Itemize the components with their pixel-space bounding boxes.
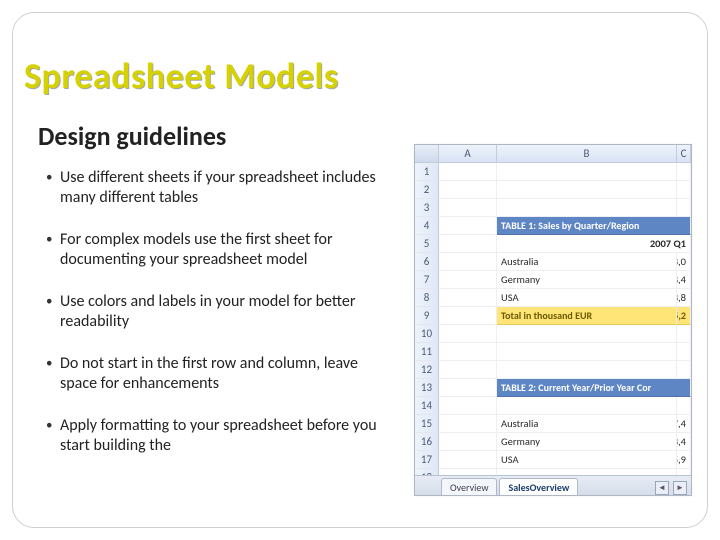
row-header[interactable]: 4 [415,217,439,235]
bullet-dot-icon: • [46,292,60,312]
cell-country[interactable]: USA [497,289,677,307]
bullet-list: • Use different sheets if your spreadshe… [46,168,386,456]
cell[interactable] [439,163,497,181]
cell[interactable] [439,451,497,469]
bullet-text: Apply formatting to your spreadsheet bef… [60,416,386,456]
spreadsheet-thumbnail: A B C 1 2 3 4 TABLE 1: Sales by Quarter/… [414,144,692,496]
row-header[interactable]: 17 [415,451,439,469]
cell[interactable] [677,325,691,343]
cell-country[interactable]: USA [497,451,677,469]
cell[interactable] [439,415,497,433]
cell[interactable] [439,253,497,271]
bullet-item: • For complex models use the first sheet… [46,230,386,270]
bullet-text: Use colors and labels in your model for … [60,292,386,332]
bullet-item: • Use colors and labels in your model fo… [46,292,386,332]
cell-value[interactable]: 34,945,9 [677,451,691,469]
bullet-item: • Do not start in the first row and colu… [46,354,386,394]
cell[interactable] [439,325,497,343]
col-header[interactable]: A [439,145,497,163]
row-header[interactable]: 8 [415,289,439,307]
total-label[interactable]: Total in thousand EUR [497,307,677,325]
cell[interactable] [497,181,677,199]
cell[interactable] [677,163,691,181]
cell[interactable] [677,397,691,415]
select-all-corner[interactable] [415,145,439,163]
cell-value[interactable]: 34,013,4 [677,433,691,451]
cell[interactable] [439,361,497,379]
bullet-dot-icon: • [46,168,60,188]
slide: Spreadsheet Models Design guidelines • U… [0,0,720,540]
cell-country[interactable]: Germany [497,433,677,451]
cell-country[interactable]: Germany [497,271,677,289]
slide-title: Spreadsheet Models [24,54,339,98]
row-header[interactable]: 3 [415,199,439,217]
bullet-text: Use different sheets if your spreadsheet… [60,168,386,208]
row-header[interactable]: 10 [415,325,439,343]
bullet-dot-icon: • [46,416,60,436]
tab-scroll-right-icon[interactable]: ► [673,481,687,495]
cell[interactable] [677,361,691,379]
sheet-tab[interactable]: Overview [441,478,497,495]
cell[interactable] [497,397,677,415]
cell[interactable] [439,397,497,415]
cell[interactable] [497,325,677,343]
table-title[interactable]: TABLE 2: Current Year/Prior Year Cor [497,379,691,397]
col-header[interactable]: C [677,145,691,163]
slide-subtitle: Design guidelines [38,120,226,152]
sheet-tab-active[interactable]: SalesOverview [499,478,578,495]
table-title[interactable]: TABLE 1: Sales by Quarter/Region [497,217,691,235]
cell[interactable] [497,343,677,361]
table-subheader[interactable]: 2007 Q1 [497,235,691,253]
cell[interactable] [439,433,497,451]
cell-value[interactable]: 3,933,8 [677,289,691,307]
row-header[interactable]: 14 [415,397,439,415]
cell[interactable] [677,199,691,217]
cell[interactable] [439,379,497,397]
bullet-item: • Apply formatting to your spreadsheet b… [46,416,386,456]
total-value[interactable]: 12,705,2 [677,307,691,325]
row-header[interactable]: 12 [415,361,439,379]
row-header[interactable]: 6 [415,253,439,271]
row-header[interactable]: 11 [415,343,439,361]
row-header[interactable]: 7 [415,271,439,289]
cell[interactable] [439,271,497,289]
bullet-item: • Use different sheets if your spreadshe… [46,168,386,208]
row-header[interactable]: 5 [415,235,439,253]
cell[interactable] [497,163,677,181]
bullet-dot-icon: • [46,354,60,374]
row-header[interactable]: 13 [415,379,439,397]
cell[interactable] [677,181,691,199]
row-header[interactable]: 15 [415,415,439,433]
cell[interactable] [439,181,497,199]
bullet-text: Do not start in the first row and column… [60,354,386,394]
cell[interactable] [439,235,497,253]
row-header[interactable]: 9 [415,307,439,325]
tab-scroll-left-icon[interactable]: ◄ [655,481,669,495]
row-header[interactable]: 2 [415,181,439,199]
bullet-dot-icon: • [46,230,60,250]
cell[interactable] [677,343,691,361]
cell[interactable] [439,199,497,217]
bullet-text: For complex models use the first sheet f… [60,230,386,270]
row-header[interactable]: 1 [415,163,439,181]
cell[interactable] [439,343,497,361]
cell[interactable] [497,361,677,379]
cell[interactable] [439,289,497,307]
cell-value[interactable]: 40,477,4 [677,415,691,433]
cell-value[interactable]: 3,948,4 [677,271,691,289]
cell[interactable] [439,307,497,325]
cell-country[interactable]: Australia [497,415,677,433]
row-header[interactable]: 16 [415,433,439,451]
cell[interactable] [497,199,677,217]
col-header[interactable]: B [497,145,677,163]
sheet-tab-strip: Overview SalesOverview ◄ ► [415,475,691,495]
spreadsheet-grid: A B C 1 2 3 4 TABLE 1: Sales by Quarter/… [415,145,691,487]
cell[interactable] [439,217,497,235]
cell-country[interactable]: Australia [497,253,677,271]
cell-value[interactable]: 4,823,0 [677,253,691,271]
